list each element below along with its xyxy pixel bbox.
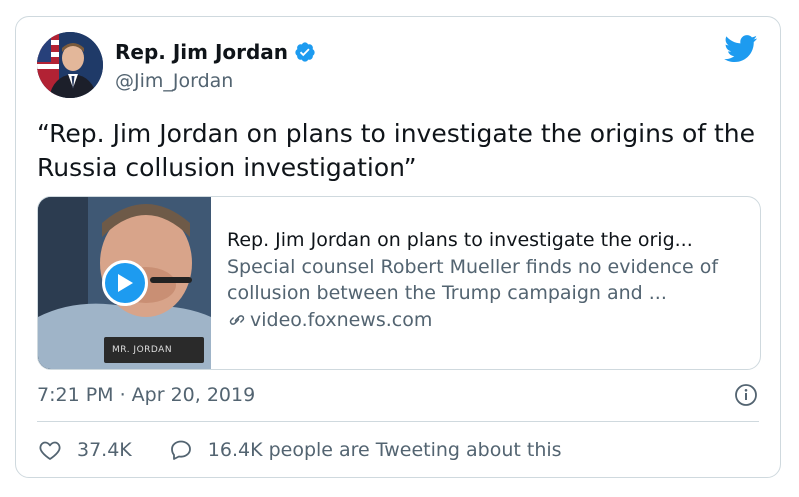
link-domain[interactable]: video.foxnews.com	[227, 307, 747, 333]
link-title[interactable]: Rep. Jim Jordan on plans to investigate …	[227, 227, 747, 253]
verified-badge-icon	[295, 42, 315, 62]
tweet-text: “Rep. Jim Jordan on plans to investigate…	[37, 119, 756, 182]
twitter-bird-icon[interactable]	[724, 35, 758, 63]
author-handle[interactable]: @Jim_Jordan	[115, 69, 233, 93]
retweets-link[interactable]: 16.4K people are Tweeting about this	[168, 438, 562, 462]
play-icon	[118, 274, 133, 292]
tweet-timestamp[interactable]: 7:21 PM · Apr 20, 2019	[37, 383, 255, 407]
action-bar: 37.4K 16.4K people are Tweeting about th…	[37, 438, 562, 462]
link-preview-card[interactable]: MR. JORDAN Rep. Jim Jordan on plans to i…	[37, 196, 761, 370]
avatar-image	[37, 32, 103, 98]
avatar[interactable]	[37, 32, 103, 98]
heart-icon	[39, 441, 61, 460]
divider	[37, 421, 759, 422]
author-row: Rep. Jim Jordan	[115, 40, 316, 64]
video-thumbnail[interactable]: MR. JORDAN	[38, 197, 211, 369]
nameplate-label: MR. JORDAN	[112, 345, 173, 355]
tweet-card: Rep. Jim Jordan @Jim_Jordan “Rep. Jim Jo…	[15, 16, 781, 478]
info-icon[interactable]	[734, 383, 758, 407]
retweets-text: 16.4K people are Tweeting about this	[207, 439, 562, 461]
link-meta: Rep. Jim Jordan on plans to investigate …	[211, 197, 747, 369]
link-domain-text: video.foxnews.com	[250, 309, 433, 331]
like-count: 37.4K	[77, 439, 132, 461]
link-description: Special counsel Robert Mueller finds no …	[227, 256, 719, 304]
reply-bubble-icon	[170, 440, 191, 460]
like-button[interactable]: 37.4K	[37, 438, 132, 462]
author-name[interactable]: Rep. Jim Jordan	[115, 40, 288, 64]
play-button[interactable]	[102, 260, 148, 306]
link-icon	[229, 315, 245, 325]
